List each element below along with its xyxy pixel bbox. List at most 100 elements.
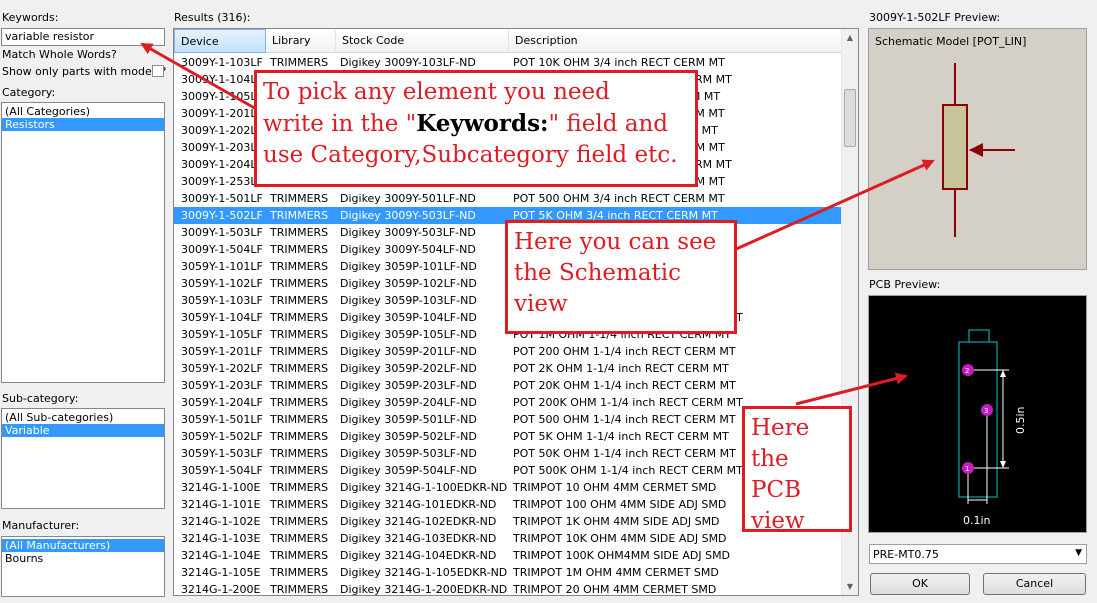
cell-stock-code: Digikey 3059P-201LF-ND — [340, 345, 477, 358]
cell-library: TRIMMERS — [270, 583, 329, 596]
subcategory-list[interactable]: (All Sub-categories) Variable — [1, 408, 165, 509]
table-row[interactable]: 3214G-1-104E TRIMMERS Digikey 3214G-104EDK… — [174, 547, 842, 564]
results-header: Device Library Stock Code Description — [174, 29, 842, 53]
package-value: PRE-MT0.75 — [873, 548, 939, 561]
cell-device: 3059Y-1-203LF — [181, 379, 263, 392]
cell-library: TRIMMERS — [270, 396, 329, 409]
cell-device: 3009Y-1-502LF — [181, 209, 263, 222]
cell-device: 3059Y-1-104LF — [181, 311, 263, 324]
table-row[interactable]: 3059Y-1-203LF TRIMMERS Digikey 3059P-203LF… — [174, 377, 842, 394]
subcategory-item-variable[interactable]: Variable — [2, 424, 164, 437]
cell-stock-code: Digikey 3059P-502LF-ND — [340, 430, 477, 443]
cell-stock-code: Digikey 3059P-102LF-ND — [340, 277, 477, 290]
category-item-resistors[interactable]: Resistors — [2, 118, 164, 131]
only-models-checkbox[interactable] — [152, 65, 164, 77]
table-row[interactable]: 3059Y-1-202LF TRIMMERS Digikey 3059P-202LF… — [174, 360, 842, 377]
cell-device: 3059Y-1-102LF — [181, 277, 263, 290]
cell-stock-code: Digikey 3059P-503LF-ND — [340, 447, 477, 460]
cell-stock-code: Digikey 3009Y-503LF-ND — [340, 226, 476, 239]
pcb-preview: 2 3 1 0.5in 0.1in — [868, 295, 1087, 533]
subcategory-item-all[interactable]: (All Sub-categories) — [2, 411, 164, 424]
cell-library: TRIMMERS — [270, 430, 329, 443]
cell-description: TRIMPOT 1M OHM 4MM CERMET SMD — [513, 566, 719, 579]
pcb-dim-horizontal: 0.1in — [963, 514, 991, 527]
cell-library: TRIMMERS — [270, 209, 329, 222]
cell-stock-code: Digikey 3059P-101LF-ND — [340, 260, 477, 273]
cell-device: 3059Y-1-204LF — [181, 396, 263, 409]
category-item-all[interactable]: (All Categories) — [2, 105, 164, 118]
category-list[interactable]: (All Categories) Resistors — [1, 102, 165, 383]
cell-device: 3059Y-1-201LF — [181, 345, 263, 358]
cell-stock-code: Digikey 3059P-203LF-ND — [340, 379, 477, 392]
cell-library: TRIMMERS — [270, 362, 329, 375]
cell-library: TRIMMERS — [270, 447, 329, 460]
scroll-thumb[interactable] — [844, 89, 856, 147]
cell-device: 3059Y-1-503LF — [181, 447, 263, 460]
keywords-input[interactable]: variable resistor — [1, 28, 165, 46]
scroll-up-arrow-icon[interactable]: ▲ — [842, 29, 858, 46]
cell-stock-code: Digikey 3009Y-504LF-ND — [340, 243, 476, 256]
table-row[interactable]: 3009Y-1-501LF TRIMMERS Digikey 3009Y-501LF… — [174, 190, 842, 207]
schematic-preview: Schematic Model [POT_LIN] — [868, 28, 1087, 270]
cell-stock-code: Digikey 3009Y-501LF-ND — [340, 192, 476, 205]
package-select[interactable]: PRE-MT0.75 ▼ — [869, 544, 1087, 564]
manufacturer-list[interactable]: (All Manufacturers) Bourns — [1, 536, 165, 597]
cell-library: TRIMMERS — [270, 311, 329, 324]
column-header-library[interactable]: Library — [266, 29, 336, 53]
subcategory-label: Sub-category: — [2, 392, 79, 405]
keywords-callout-line-1: To pick any element you need — [263, 79, 610, 105]
cell-device: 3059Y-1-105LF — [181, 328, 263, 341]
cell-device: 3059Y-1-502LF — [181, 430, 263, 443]
cell-description: POT 500 OHM 3/4 inch RECT CERM MT — [513, 192, 725, 205]
table-row[interactable]: 3059Y-1-201LF TRIMMERS Digikey 3059P-201LF… — [174, 343, 842, 360]
cell-stock-code: Digikey 3214G-103EDKR-ND — [340, 532, 497, 545]
cell-library: TRIMMERS — [270, 226, 329, 239]
cell-device: 3009Y-1-503LF — [181, 226, 263, 239]
scroll-down-arrow-icon[interactable]: ▼ — [842, 578, 858, 595]
table-row[interactable]: 3009Y-1-103LF TRIMMERS Digikey 3009Y-103LF… — [174, 54, 842, 71]
cell-stock-code: Digikey 3059P-104LF-ND — [340, 311, 477, 324]
column-header-description[interactable]: Description — [509, 29, 842, 53]
cell-device: 3214G-1-105E — [181, 566, 261, 579]
cell-device: 3059Y-1-202LF — [181, 362, 263, 375]
cell-stock-code: Digikey 3214G-102EDKR-ND — [340, 515, 497, 528]
column-header-stock-code[interactable]: Stock Code — [336, 29, 509, 53]
dropdown-arrow-icon[interactable]: ▼ — [1075, 548, 1082, 558]
cell-library: TRIMMERS — [270, 498, 329, 511]
cancel-button[interactable]: Cancel — [983, 573, 1086, 595]
results-label: Results (316): — [174, 11, 251, 24]
cell-library: TRIMMERS — [270, 481, 329, 494]
cell-stock-code: Digikey 3059P-202LF-ND — [340, 362, 477, 375]
cell-stock-code: Digikey 3059P-103LF-ND — [340, 294, 477, 307]
cell-stock-code: Digikey 3059P-504LF-ND — [340, 464, 477, 477]
schematic-callout: Here you can see the Schematic view — [505, 220, 737, 334]
keywords-callout-line-2: write in the "Keywords:" field and — [263, 110, 668, 137]
manufacturer-item-bourns[interactable]: Bourns — [2, 552, 164, 565]
cell-library: TRIMMERS — [270, 379, 329, 392]
table-row[interactable]: 3214G-1-103E TRIMMERS Digikey 3214G-103EDK… — [174, 530, 842, 547]
cell-device: 3009Y-1-501LF — [181, 192, 263, 205]
cell-device: 3214G-1-100E — [181, 481, 261, 494]
cell-stock-code: Digikey 3059P-501LF-ND — [340, 413, 477, 426]
cell-device: 3059Y-1-501LF — [181, 413, 263, 426]
pcb-footprint-icon: 2 3 1 0.5in 0.1in — [958, 329, 1027, 527]
table-row[interactable]: 3214G-1-200E TRIMMERS Digikey 3214G-1-200E… — [174, 581, 842, 596]
table-row[interactable]: 3214G-1-105E TRIMMERS Digikey 3214G-1-105E… — [174, 564, 842, 581]
column-header-device[interactable]: Device — [174, 29, 266, 53]
cell-stock-code: Digikey 3009Y-503LF-ND — [340, 209, 476, 222]
ok-button[interactable]: OK — [870, 573, 970, 595]
keywords-callout: To pick any element you need write in th… — [254, 70, 698, 187]
cell-stock-code: Digikey 3214G-1-200EDKR-ND — [340, 583, 508, 596]
cell-device: 3059Y-1-101LF — [181, 260, 263, 273]
cell-library: TRIMMERS — [270, 413, 329, 426]
manufacturer-item-all[interactable]: (All Manufacturers) — [2, 539, 164, 552]
pcb-preview-title: PCB Preview: — [869, 278, 941, 291]
cell-stock-code: Digikey 3214G-101EDKR-ND — [340, 498, 497, 511]
cell-stock-code: Digikey 3214G-1-105EDKR-ND — [340, 566, 508, 579]
cell-description: POT 200 OHM 1-1/4 inch RECT CERM MT — [513, 345, 736, 358]
potentiometer-symbol-icon — [942, 63, 1015, 237]
only-models-label: Show only parts with models? — [2, 65, 167, 78]
cell-stock-code: Digikey 3059P-105LF-ND — [340, 328, 477, 341]
cell-device: 3214G-1-102E — [181, 515, 261, 528]
cell-library: TRIMMERS — [270, 260, 329, 273]
